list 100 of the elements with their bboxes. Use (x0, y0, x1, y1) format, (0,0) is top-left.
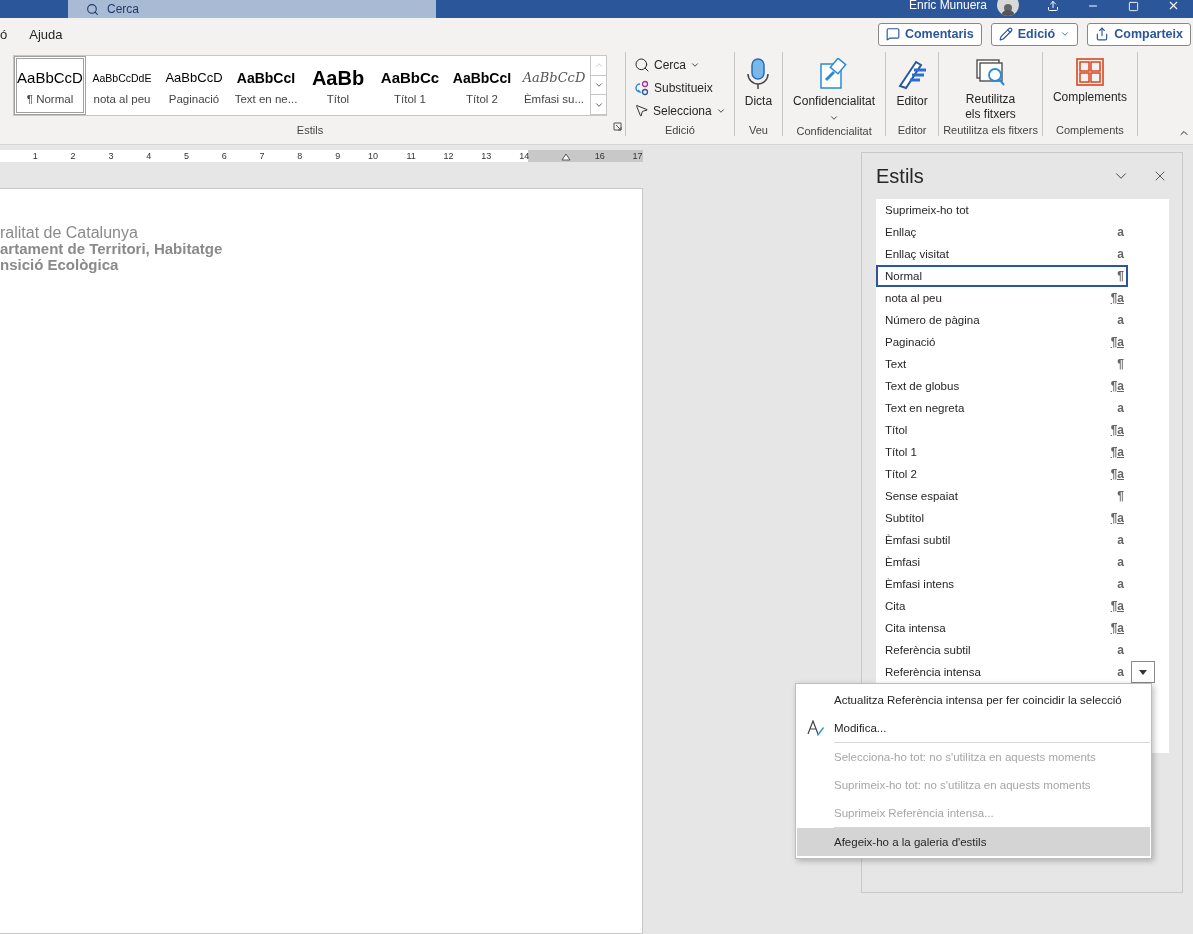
style-type-symbol: a (1117, 643, 1124, 657)
style-item[interactable]: Cita intensa ¶a (876, 617, 1128, 639)
style-tile[interactable]: AaBbCcD Paginació (158, 56, 230, 115)
share-icon (1095, 27, 1110, 41)
style-type-symbol: ¶a (1110, 291, 1124, 305)
menu-item[interactable]: Afegeix-ho a la galeria d'estils (797, 828, 1150, 856)
indent-marker[interactable] (560, 152, 571, 162)
style-item[interactable]: Èmfasi intens a (876, 573, 1128, 595)
replace-icon (634, 79, 650, 96)
ruler-number: 6 (221, 151, 227, 161)
style-type-symbol: ¶a (1110, 599, 1124, 613)
group-label: Veu (748, 124, 768, 136)
style-item[interactable]: Sense espaiat ¶ (876, 485, 1128, 507)
comment-icon (885, 27, 900, 41)
group-label: Complements (1055, 124, 1124, 136)
ribbon-command[interactable]: Editor (890, 56, 935, 111)
caret-icon (829, 113, 840, 123)
dialog-launcher-icon[interactable] (613, 122, 622, 131)
style-tile[interactable]: AaBbCcDdE nota al peu (86, 56, 158, 115)
ruler-number: 9 (335, 151, 341, 161)
header-button[interactable]: Edició (990, 22, 1079, 46)
style-type-symbol: ¶ (1117, 489, 1124, 503)
pane-title: Estils (876, 164, 925, 188)
style-item[interactable]: Text ¶ (876, 353, 1128, 375)
style-type-symbol: ¶a (1110, 621, 1124, 635)
style-item[interactable]: Normal ¶ (876, 265, 1128, 287)
upload-icon[interactable] (1047, 0, 1059, 12)
style-type-symbol: a (1117, 555, 1124, 569)
triangle-down-icon (1139, 669, 1147, 675)
search-field[interactable]: Cerca (68, 0, 436, 18)
style-item[interactable]: Enllaç visitat a (876, 243, 1128, 265)
style-tile[interactable]: AaBbCcI Text en ne... (230, 56, 302, 115)
style-type-symbol: ¶a (1110, 335, 1124, 349)
restore-icon[interactable] (1127, 1, 1139, 12)
ribbon-command[interactable]: Substitueix (630, 76, 717, 99)
style-type-symbol: ¶a (1110, 511, 1124, 525)
scroll-down-icon[interactable] (593, 80, 604, 90)
style-type-symbol: ¶a (1110, 423, 1124, 437)
pencil-icon (998, 27, 1013, 41)
style-item[interactable]: Subtítol ¶a (876, 507, 1128, 529)
document-text: nsició Ecològica (0, 257, 119, 273)
style-item[interactable]: Referència intensa a (876, 661, 1128, 683)
style-item[interactable]: Èmfasi a (876, 551, 1128, 573)
style-item[interactable]: Número de pàgina a (876, 309, 1128, 331)
menu-tab[interactable]: ó (0, 26, 20, 42)
style-item[interactable]: Text de globus ¶a (876, 375, 1128, 397)
ribbon-command[interactable]: Confidencialitat (787, 56, 882, 125)
dropdown-button[interactable] (1131, 661, 1155, 683)
style-item[interactable]: Text en negreta a (876, 397, 1128, 419)
style-item[interactable]: Títol 2 ¶a (876, 463, 1128, 485)
style-item[interactable]: Títol ¶a (876, 419, 1128, 441)
ribbon-command[interactable]: Complements (1046, 56, 1133, 107)
style-item[interactable]: Paginació ¶a (876, 331, 1128, 353)
style-item[interactable]: Cita ¶a (876, 595, 1128, 617)
ruler-number: 11 (406, 151, 416, 161)
style-item[interactable]: Enllaç a (876, 221, 1128, 243)
microphone-icon (746, 58, 771, 90)
document-tag-icon (819, 58, 850, 90)
ruler-number: 10 (367, 151, 378, 161)
avatar[interactable] (997, 0, 1019, 16)
group-label: Estils (296, 124, 324, 136)
menu-item[interactable]: Actualitza Referència intensa per fer coincidir la selecció (797, 686, 1150, 714)
style-type-symbol: a (1117, 533, 1124, 547)
style-type-symbol: ¶a (1110, 445, 1124, 459)
header-button[interactable]: Comentaris (877, 22, 982, 46)
style-item[interactable]: Referència subtil a (876, 639, 1128, 661)
style-tile[interactable]: AaBbCcI Títol 2 (446, 56, 518, 115)
style-type-symbol: ¶ (1117, 357, 1124, 371)
style-type-symbol: a (1117, 401, 1124, 415)
ruler-number: 13 (481, 151, 492, 161)
ribbon-command[interactable]: Dicta (738, 56, 779, 111)
style-item[interactable]: nota al peu ¶a (876, 287, 1128, 309)
group-label: Edició (664, 124, 695, 136)
ruler-number: 16 (594, 151, 605, 161)
ribbon-command[interactable]: Reutilitza els fitxers (950, 56, 1031, 124)
style-item[interactable]: Èmfasi subtil a (876, 529, 1128, 551)
style-type-symbol: a (1117, 247, 1124, 261)
ruler-number: 3 (108, 151, 114, 161)
document-text: artament de Territori, Habitatge (0, 241, 224, 257)
ribbon-command[interactable]: Selecciona (630, 99, 730, 122)
pointer-icon (634, 103, 649, 118)
style-type-symbol: a (1117, 577, 1124, 591)
ribbon-command[interactable]: Cerca (630, 53, 704, 76)
pen-icon (896, 58, 929, 90)
style-tile[interactable]: AaBb Títol (302, 56, 374, 115)
document-text: ralitat de Catalunya (0, 225, 139, 241)
ruler-number: 17 (632, 151, 643, 161)
group-label: Reutilitza els fitxers (943, 124, 1038, 136)
menu-tab[interactable]: Ajuda (29, 26, 75, 42)
menu-item[interactable]: Modifica... (797, 714, 1150, 742)
grid-icon (1075, 58, 1104, 86)
style-tile[interactable]: AaBbCcD ¶ Normal (14, 56, 86, 115)
style-tile[interactable]: AaBbCc Títol 1 (374, 56, 446, 115)
style-item[interactable]: Títol 1 ¶a (876, 441, 1128, 463)
style-tile[interactable]: AaBbCcD Èmfasi su... (518, 56, 590, 115)
ruler-number: 2 (70, 151, 76, 161)
style-item[interactable]: Suprimeix-ho tot (876, 199, 1128, 221)
header-button[interactable]: Comparteix (1087, 22, 1191, 46)
ruler-number: 7 (259, 151, 265, 161)
ruler-number: 8 (297, 151, 303, 161)
